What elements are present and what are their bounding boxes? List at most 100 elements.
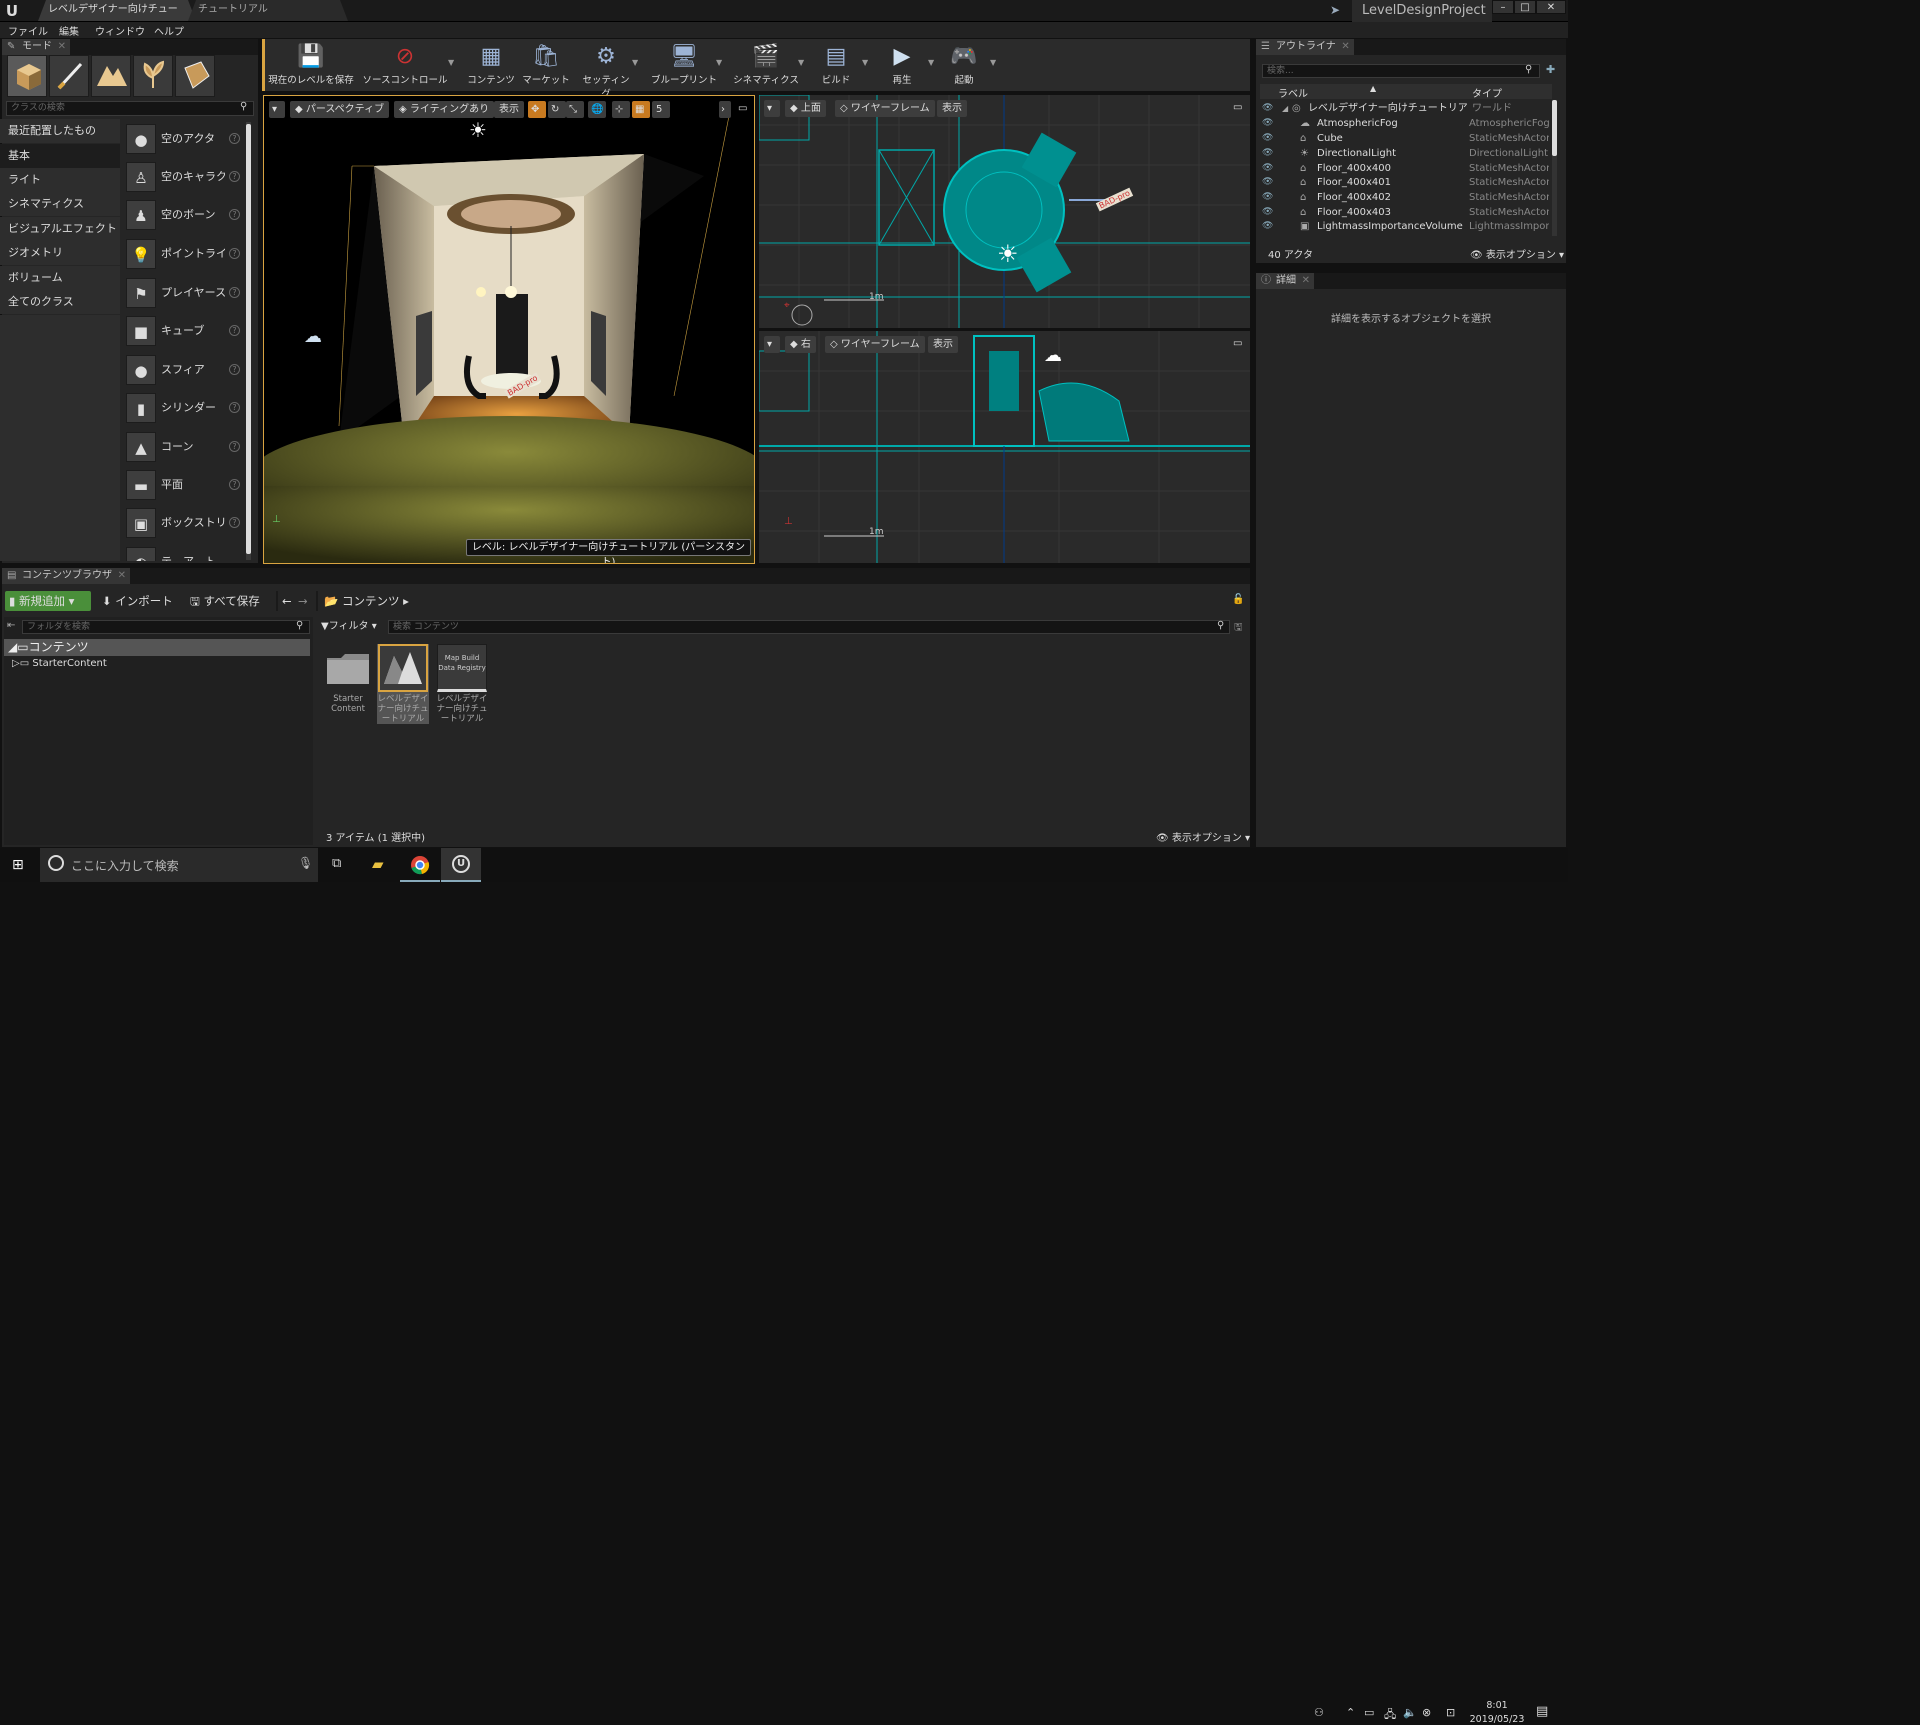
- place-item-empty-character[interactable]: ♙ 空のキャラク?: [126, 160, 242, 196]
- scale-icon[interactable]: ⤡: [566, 101, 584, 118]
- taskbar-time[interactable]: 8:01: [1476, 1700, 1518, 1711]
- outliner-row[interactable]: 👁 ⌂ Floor_400x400 StaticMeshActor: [1262, 161, 1552, 176]
- place-item-box-trigger[interactable]: ▣ ボックストリ?: [126, 506, 242, 542]
- level-tab[interactable]: レベルデザイナー向けチュート: [38, 0, 196, 21]
- chevron-down-icon[interactable]: ▼: [632, 58, 642, 67]
- minimize-button[interactable]: –: [1492, 0, 1514, 14]
- lock-icon[interactable]: 🔓: [1232, 594, 1244, 605]
- folder-search-input[interactable]: フォルダを検索: [22, 620, 310, 634]
- help-icon[interactable]: ?: [229, 248, 240, 259]
- notification-off-icon[interactable]: ⊗: [1422, 1706, 1431, 1719]
- outliner-view-options-button[interactable]: 👁 表示オプション ▾: [1470, 246, 1564, 261]
- network-icon[interactable]: 🖧: [1384, 1706, 1396, 1725]
- class-search-input[interactable]: クラスの検索: [6, 101, 254, 116]
- save-search-icon[interactable]: 🖫: [1234, 620, 1243, 637]
- chevron-down-icon[interactable]: ▼: [990, 58, 1000, 67]
- blueprints-button[interactable]: 🖥 ブループリント: [650, 42, 718, 90]
- close-icon[interactable]: ✕: [1341, 39, 1349, 54]
- build-button[interactable]: ▤ ビルド: [814, 42, 858, 90]
- eye-icon[interactable]: 👁: [1262, 175, 1273, 190]
- play-button[interactable]: ▶ 再生: [880, 42, 924, 90]
- grid-snap-icon[interactable]: ▦: [632, 101, 650, 118]
- save-all-button[interactable]: 🖫 すべて保存: [190, 591, 260, 611]
- world-space-icon[interactable]: 🌐: [588, 101, 606, 118]
- source-control-icon[interactable]: ➤: [1330, 3, 1340, 17]
- rotate-icon[interactable]: ↻: [548, 101, 566, 118]
- forward-arrow-icon[interactable]: →: [298, 591, 308, 611]
- outliner-row[interactable]: 👁 ☁ AtmosphericFog AtmosphericFog: [1262, 116, 1552, 131]
- place-item-point-light[interactable]: 💡 ポイントライト?: [126, 237, 242, 273]
- help-icon[interactable]: ?: [229, 517, 240, 528]
- close-button[interactable]: ✕: [1536, 0, 1566, 14]
- chevron-down-icon[interactable]: ▼: [928, 58, 938, 67]
- wireframe-mode-button[interactable]: ◇ ワイヤーフレーム: [825, 336, 925, 353]
- outliner-row[interactable]: 👁 ⌂ Floor_400x401 StaticMeshActor: [1262, 175, 1552, 190]
- chevron-down-icon[interactable]: ▼: [716, 58, 726, 67]
- eye-icon[interactable]: 👁: [1262, 161, 1273, 176]
- outliner-root-row[interactable]: 👁 ◢ ◎ レベルデザイナー向けチュートリアル ( ワールド: [1262, 101, 1552, 116]
- place-item-more[interactable]: ◐ テ…ア…ト: [126, 545, 242, 561]
- menu-window[interactable]: ウィンドウ: [95, 23, 145, 38]
- category-lights[interactable]: ライト: [0, 168, 120, 192]
- outliner-row[interactable]: 👁 ⌂ Floor_400x403 StaticMeshActor: [1262, 205, 1552, 220]
- save-level-button[interactable]: 💾 現在のレベルを保存: [266, 42, 356, 90]
- tree-item-content[interactable]: ◢▭コンテンツ: [4, 639, 310, 656]
- task-view-icon[interactable]: ⧉: [332, 856, 341, 871]
- filter-button[interactable]: ▼フィルタ ▾: [321, 619, 389, 634]
- people-icon[interactable]: ⚇: [1314, 1706, 1324, 1719]
- eye-icon[interactable]: 👁: [1262, 101, 1273, 116]
- fog-actor-icon[interactable]: ☁: [304, 326, 322, 347]
- back-arrow-icon[interactable]: ←: [282, 591, 292, 611]
- help-icon[interactable]: ?: [229, 171, 240, 182]
- outliner-row[interactable]: 👁 ⌂ Floor_400x402 StaticMeshActor: [1262, 190, 1552, 205]
- category-recent[interactable]: 最近配置したもの: [0, 119, 120, 143]
- maximize-viewport-icon[interactable]: ▭: [738, 103, 747, 114]
- close-icon[interactable]: ✕: [118, 568, 126, 583]
- marketplace-button[interactable]: 🛍 マーケット: [522, 42, 570, 90]
- sources-toggle-icon[interactable]: ⇤: [7, 620, 15, 631]
- asset-folder-starter-content[interactable]: Starter Content: [322, 644, 374, 724]
- category-all-classes[interactable]: 全てのクラス: [0, 290, 120, 314]
- outliner-tab[interactable]: ☰ アウトライナ ✕: [1256, 39, 1354, 55]
- help-icon[interactable]: ?: [229, 209, 240, 220]
- place-item-sphere[interactable]: ● スフィア?: [126, 353, 242, 389]
- place-item-empty-pawn[interactable]: ♟ 空のボーン?: [126, 198, 242, 234]
- sun-light-icon[interactable]: ☀: [469, 118, 487, 142]
- mode-paint-button[interactable]: [49, 55, 89, 97]
- eye-icon[interactable]: 👁: [1262, 116, 1273, 131]
- sun-light-icon[interactable]: ☀: [997, 240, 1019, 268]
- launch-button[interactable]: 🎮 起動: [942, 42, 986, 90]
- content-view-options-button[interactable]: 👁 表示オプション ▾: [1156, 829, 1250, 844]
- help-icon[interactable]: ?: [229, 325, 240, 336]
- menu-help[interactable]: ヘルプ: [154, 23, 184, 38]
- help-icon[interactable]: ?: [229, 133, 240, 144]
- import-button[interactable]: ⬇ インポート: [102, 591, 173, 611]
- maximize-viewport-icon[interactable]: ▭: [1233, 102, 1242, 113]
- top-mode-button[interactable]: ◆ 上面: [785, 100, 826, 117]
- mode-landscape-button[interactable]: [91, 55, 131, 97]
- place-item-cylinder[interactable]: ▮ シリンダー?: [126, 391, 242, 427]
- surface-snap-icon[interactable]: ⊹: [612, 101, 630, 118]
- translate-icon[interactable]: ✥: [528, 101, 546, 118]
- content-search-input[interactable]: 検索 コンテンツ: [388, 620, 1230, 634]
- close-icon[interactable]: ✕: [58, 39, 66, 54]
- help-icon[interactable]: ?: [229, 441, 240, 452]
- modes-tab[interactable]: ✎ モード ✕: [2, 39, 70, 55]
- category-basic[interactable]: 基本: [0, 144, 120, 168]
- toolbar-overflow-button[interactable]: ›: [719, 101, 731, 118]
- microphone-icon[interactable]: 🎙: [298, 856, 313, 870]
- fog-actor-icon[interactable]: ☁: [1044, 345, 1062, 366]
- mode-place-button[interactable]: [7, 55, 47, 97]
- camera-actor-icon[interactable]: ⌖: [784, 300, 790, 311]
- category-volumes[interactable]: ボリューム: [0, 266, 120, 290]
- chevron-down-icon[interactable]: ▼: [448, 58, 458, 67]
- show-button[interactable]: 表示: [494, 101, 524, 118]
- action-center-icon[interactable]: ▤: [1536, 1704, 1548, 1719]
- category-cinematic[interactable]: シネマティクス: [0, 192, 120, 216]
- add-new-button[interactable]: ▮ 新規追加 ▾: [5, 591, 91, 611]
- maximize-button[interactable]: □: [1514, 0, 1536, 14]
- category-geometry[interactable]: ジオメトリ: [0, 241, 120, 265]
- place-item-player-start[interactable]: ⚑ プレイヤース?: [126, 276, 242, 312]
- asset-map-build-data[interactable]: Map Build Data Registry レベルデザイナー向けチュートリア…: [436, 644, 488, 724]
- battery-icon[interactable]: ▭: [1364, 1706, 1374, 1719]
